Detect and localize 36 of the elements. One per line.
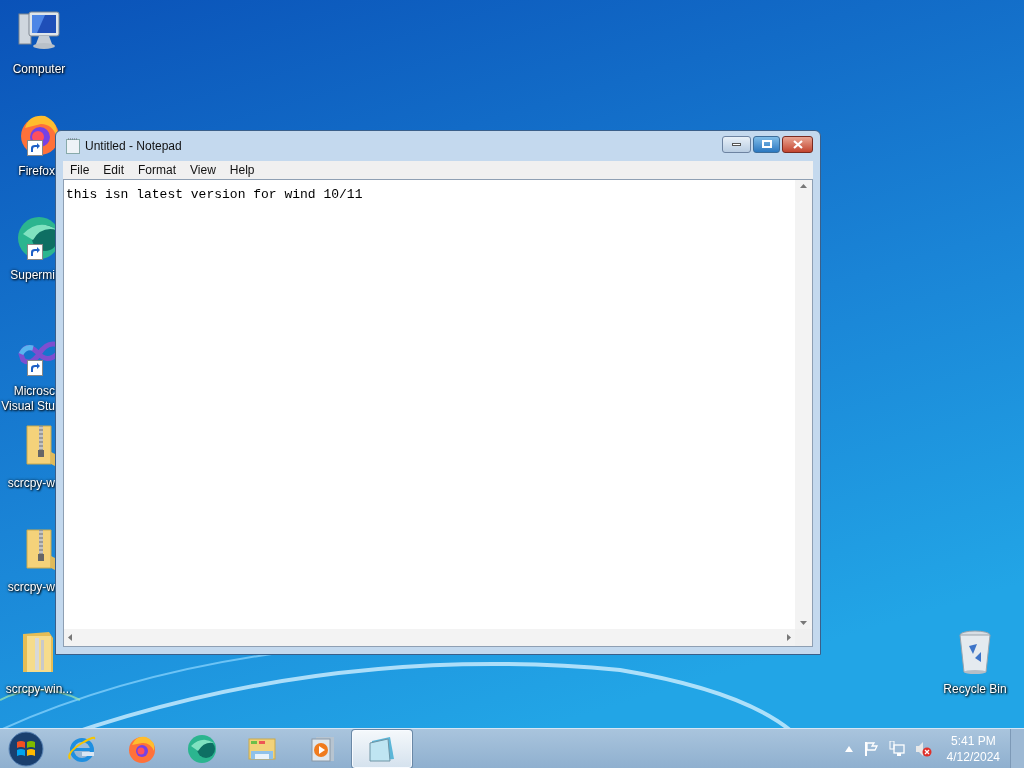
horizontal-scrollbar[interactable] xyxy=(64,629,795,646)
scroll-left-icon[interactable] xyxy=(68,634,72,641)
flag-icon[interactable] xyxy=(862,740,879,757)
menu-item[interactable]: View xyxy=(183,161,223,179)
icon-label: scrcpy-w xyxy=(7,476,55,491)
network-icon[interactable] xyxy=(888,740,905,757)
close-icon xyxy=(792,139,803,149)
menu-item[interactable]: File xyxy=(63,161,97,179)
speaker-muted-icon[interactable] xyxy=(914,740,933,757)
menu-item[interactable]: Edit xyxy=(96,161,132,179)
window-title: Untitled - Notepad xyxy=(85,138,182,155)
maximize-button[interactable] xyxy=(753,135,780,153)
clock-date: 4/12/2024 xyxy=(946,748,1000,765)
icon-label: Firefox xyxy=(18,164,55,179)
sphere-icon xyxy=(186,732,218,765)
icon-label: scrcpy-win... xyxy=(5,682,73,697)
icon-label: Computer xyxy=(12,62,66,77)
icon-label: Visual Stu xyxy=(1,399,55,414)
clock-time: 5:41 PM xyxy=(950,732,996,749)
menu-item[interactable]: Help xyxy=(222,161,262,179)
scroll-up-icon[interactable] xyxy=(800,184,807,188)
start-orb-icon xyxy=(8,730,44,767)
minimize-button[interactable] xyxy=(722,135,751,153)
vertical-scrollbar[interactable] xyxy=(795,180,812,629)
taskbar-button[interactable] xyxy=(352,729,412,768)
menu-item[interactable]: Format xyxy=(131,161,184,179)
icon-label: Recycle Bin xyxy=(943,682,1007,697)
scroll-right-icon[interactable] xyxy=(787,634,791,641)
show-hidden-icons-icon[interactable] xyxy=(844,745,853,752)
close-button[interactable] xyxy=(782,135,813,153)
icon-label: scrcpy-w xyxy=(7,580,55,595)
icon-label: Microsc xyxy=(13,384,55,399)
scroll-down-icon[interactable] xyxy=(800,621,807,625)
icon-label: Supermi xyxy=(10,268,55,283)
notepad-icon xyxy=(66,138,80,154)
document-text: this isn latest version for wind 10/11 xyxy=(66,187,363,202)
